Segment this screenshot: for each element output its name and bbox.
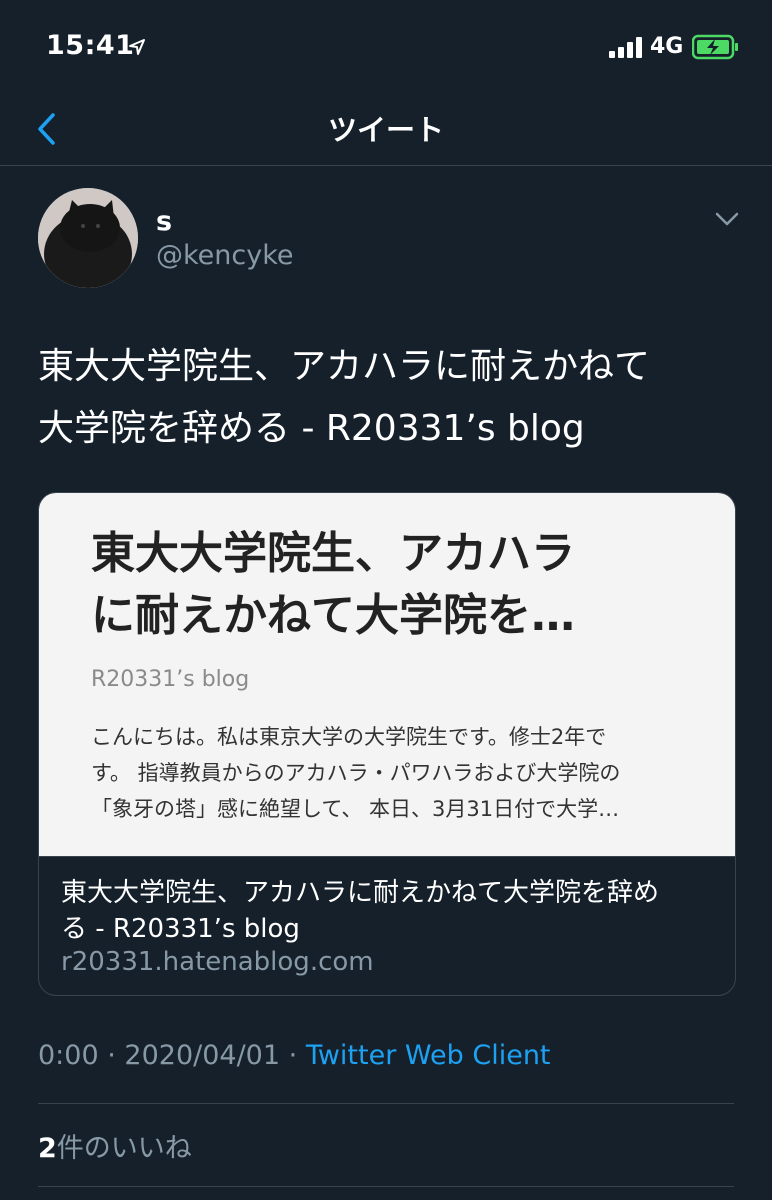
card-title-line: 東大大学院生、アカハラに耐えかねて大学院を辞め: [61, 878, 660, 908]
likes-count: 2: [38, 1133, 57, 1164]
likes-summary[interactable]: 2件のいいね: [38, 1126, 192, 1165]
card-preview-excerpt-line: 「象牙の塔」感に絶望して、 本日、3月31日付で大学…: [91, 797, 620, 821]
likes-label: 件のいいね: [56, 1133, 192, 1164]
card-preview-site-name: R20331’s blog: [91, 667, 250, 692]
card-domain: r20331.hatenablog.com: [61, 947, 374, 977]
chevron-down-icon[interactable]: [712, 206, 742, 232]
tweet-text-line: 東大大学院生、アカハラに耐えかねて: [38, 346, 651, 387]
meta-separator: ·: [288, 1040, 298, 1071]
tweet-date: 2020/04/01: [124, 1040, 281, 1071]
card-preview-image: 東大大学院生、アカハラ に耐えかねて大学院を… R20331’s blog こん…: [39, 493, 735, 856]
tweet-meta: 0:00 · 2020/04/01 · Twitter Web Client: [38, 1040, 551, 1071]
author-handle[interactable]: @kencyke: [156, 240, 294, 271]
location-arrow-icon: [129, 39, 145, 55]
cellular-signal-icon: [609, 37, 642, 58]
card-title-line: る - R20331’s blog: [61, 914, 300, 944]
charging-battery-icon: [692, 34, 738, 60]
card-preview-title-line: 東大大学院生、アカハラ: [91, 528, 575, 579]
card-title: 東大大学院生、アカハラに耐えかねて大学院を辞め る - R20331’s blo…: [61, 875, 721, 947]
tweet-text-line: 大学院を辞める - R20331’s blog: [38, 408, 585, 449]
status-bar: 15:41 4G: [0, 0, 772, 95]
link-preview-card[interactable]: 東大大学院生、アカハラ に耐えかねて大学院を… R20331’s blog こん…: [38, 492, 736, 996]
network-type-label: 4G: [650, 34, 684, 59]
black-cat-plush-avatar-image: [38, 188, 138, 288]
tweet-client-link[interactable]: Twitter Web Client: [306, 1040, 551, 1071]
card-preview-excerpt-line: す。 指導教員からのアカハラ・パワハラおよび大学院の: [91, 761, 621, 785]
navigation-bar: ツイート: [0, 95, 772, 166]
card-footer[interactable]: 東大大学院生、アカハラに耐えかねて大学院を辞め る - R20331’s blo…: [39, 856, 735, 995]
tweet-text: 東大大学院生、アカハラに耐えかねて 大学院を辞める - R20331’s blo…: [38, 336, 738, 460]
tweet-time: 0:00: [38, 1040, 99, 1071]
page-title: ツイート: [327, 113, 444, 147]
card-preview-title-line: に耐えかねて大学院を…: [91, 590, 575, 641]
divider: [38, 1103, 734, 1104]
author-display-name[interactable]: s: [156, 206, 172, 237]
card-preview-excerpt-line: こんにちは。私は東京大学の大学院生です。修士2年で: [91, 725, 607, 749]
divider: [38, 1186, 734, 1187]
status-time: 15:41: [46, 30, 135, 61]
card-preview-title: 東大大学院生、アカハラ に耐えかねて大学院を…: [91, 523, 711, 647]
avatar[interactable]: [38, 188, 138, 288]
meta-separator: ·: [107, 1040, 116, 1071]
card-preview-excerpt: こんにちは。私は東京大学の大学院生です。修士2年で す。 指導教員からのアカハラ…: [91, 719, 711, 827]
